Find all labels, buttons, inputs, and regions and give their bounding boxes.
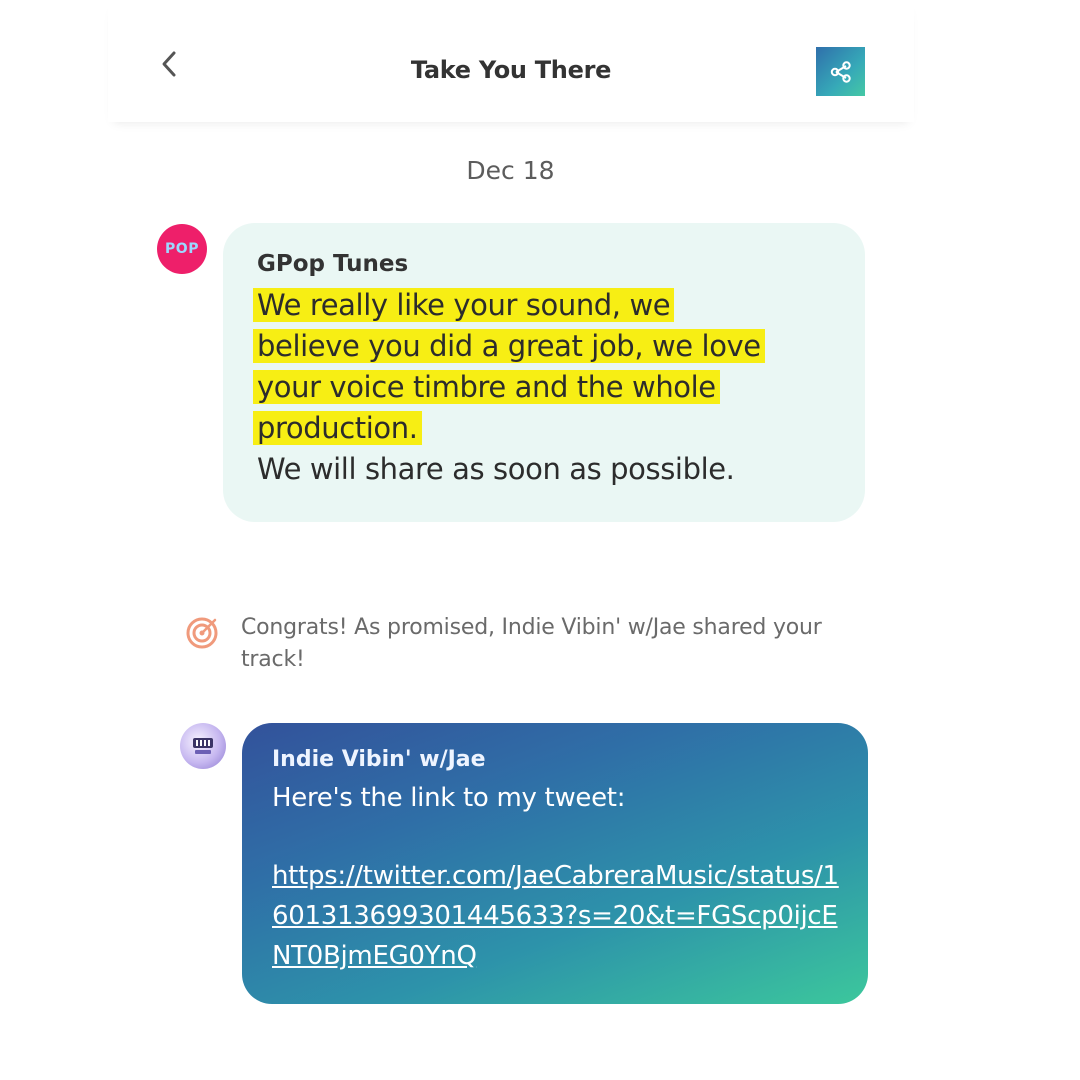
message-bubble: Indie Vibin' w/Jae Here's the link to my… <box>242 723 868 1004</box>
top-bar: Take You There <box>108 0 914 122</box>
notice-text: Congrats! As promised, Indie Vibin' w/Ja… <box>241 615 822 672</box>
sender-name: Indie Vibin' w/Jae <box>272 747 486 772</box>
avatar[interactable] <box>180 723 226 769</box>
highlighted-text: your voice timbre and the whole <box>253 370 720 404</box>
indie-vibin-logo <box>193 738 213 754</box>
date-separator: Dec 18 <box>466 156 555 185</box>
share-icon <box>830 60 851 83</box>
sender-name: GPop Tunes <box>257 251 409 277</box>
message-bubble: GPop Tunes We really like your sound, we… <box>223 223 865 522</box>
tweet-link[interactable]: https://twitter.com/JaeCabreraMusic/stat… <box>272 856 842 976</box>
highlighted-text: believe you did a great job, we love <box>253 329 765 363</box>
highlighted-text: production. <box>253 411 422 445</box>
plain-text: We will share as soon as possible. <box>257 452 735 486</box>
share-button[interactable] <box>816 47 865 96</box>
target-icon <box>186 617 218 649</box>
page-title: Take You There <box>410 56 612 84</box>
highlighted-text: We really like your sound, we <box>253 288 675 322</box>
avatar[interactable]: POP <box>157 224 207 274</box>
gpop-logo: POP <box>165 241 199 257</box>
message-text: We really like your sound, we believe yo… <box>253 285 835 490</box>
message-text: Here's the link to my tweet: <box>272 783 626 813</box>
